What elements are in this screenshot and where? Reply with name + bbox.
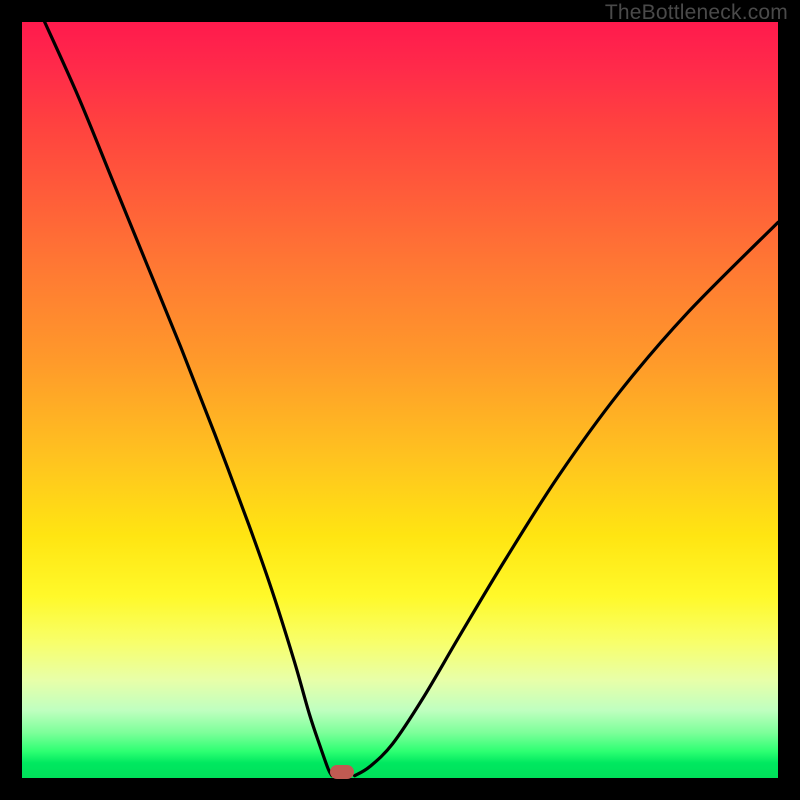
curve-left-branch [45,22,332,776]
curve-right-branch [355,222,778,775]
bottleneck-curve [22,22,778,778]
chart-frame: TheBottleneck.com [0,0,800,800]
optimal-marker [330,765,354,779]
plot-area [22,22,778,778]
